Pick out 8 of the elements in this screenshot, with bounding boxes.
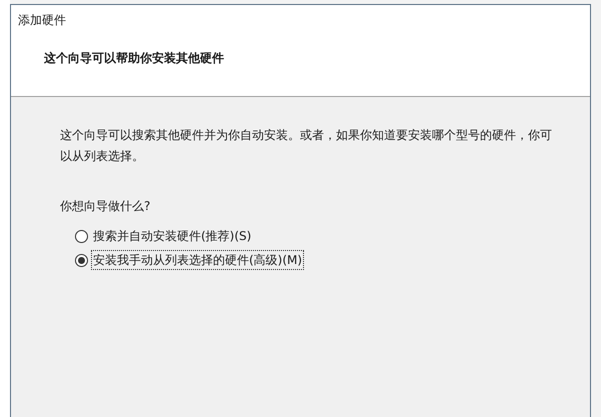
option-label[interactable]: 安装我手动从列表选择的硬件(高级)(M) bbox=[92, 251, 304, 269]
radio-button[interactable] bbox=[75, 254, 88, 266]
window-title: 添加硬件 bbox=[18, 12, 66, 29]
description-text: 这个向导可以搜索其他硬件并为你自动安装。或者，如果你知道要安装哪个型号的硬件，你可以从列表选择。 bbox=[60, 127, 552, 165]
question-text: 你想向导做什么? bbox=[60, 198, 150, 215]
radio-button[interactable] bbox=[75, 230, 88, 242]
header-heading: 这个向导可以帮助你安装其他硬件 bbox=[44, 50, 224, 67]
option-label[interactable]: 搜索并自动安装硬件(推荐)(S) bbox=[92, 227, 252, 245]
